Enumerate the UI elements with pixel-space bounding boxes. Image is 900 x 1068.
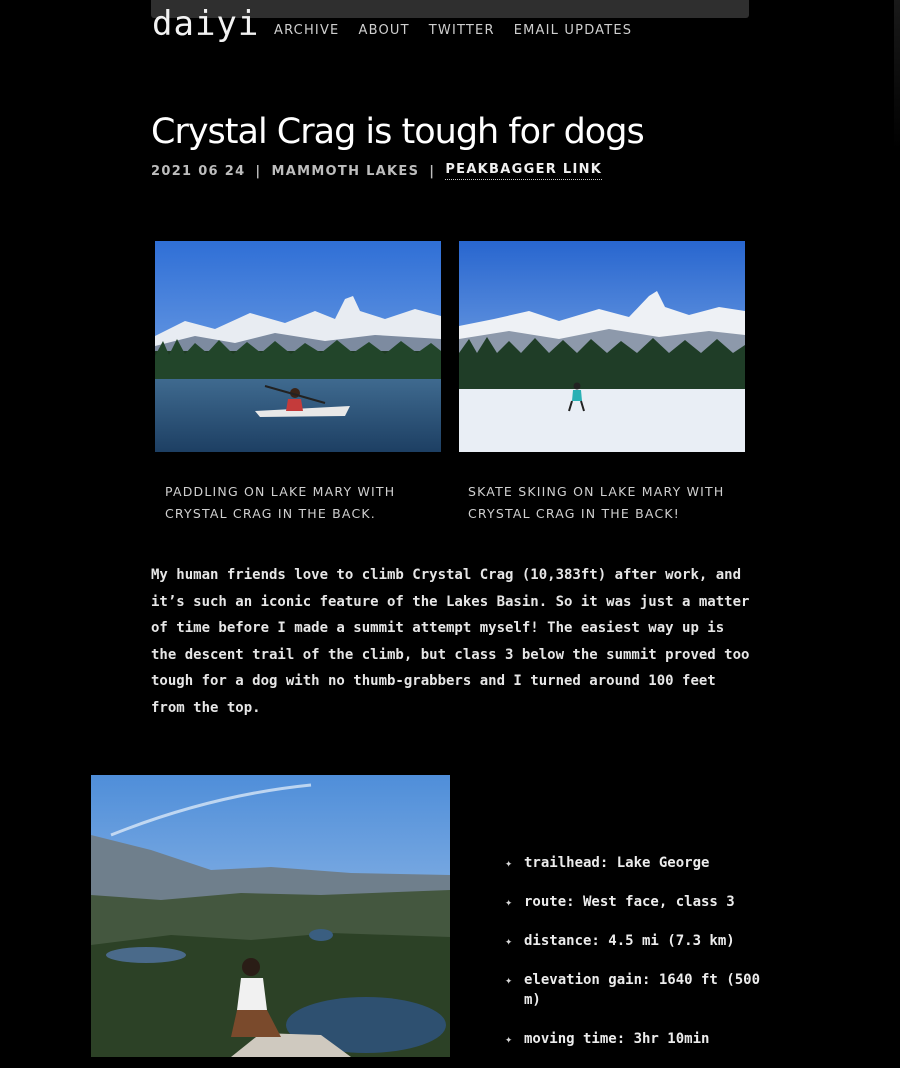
scrollbar[interactable] [894,0,900,150]
post-title: Crystal Crag is tough for dogs [151,112,645,152]
star-bullet-icon: ✦ [505,895,513,909]
summit-photo [91,775,450,1057]
meta-separator: | [429,163,436,179]
nav-about-link[interactable]: ABOUT [358,23,409,38]
stat-elevation-gain: ✦ elevation gain: 1640 ft (500 m) [505,970,765,1010]
photo-caption: SKATE SKIING ON LAKE MARY WITH CRYSTAL C… [468,484,725,521]
trip-stats-list: ✦ trailhead: Lake George ✦ route: West fac… [505,853,765,1068]
post-body: My human friends love to climb Crystal C… [151,567,750,716]
nav-twitter-link[interactable]: TWITTER [429,23,495,38]
main-nav: ARCHIVE ABOUT TWITTER EMAIL UPDATES [274,23,632,38]
post-location: MAMMOTH LAKES [271,163,420,179]
peakbagger-link[interactable]: PEAKBAGGER LINK [445,162,603,180]
photo-caption: PADDLING ON LAKE MARY WITH CRYSTAL CRAG … [165,484,396,521]
paddling-photo [155,241,441,452]
stat-moving-time: ✦ moving time: 3hr 10min [505,1029,765,1049]
star-bullet-icon: ✦ [505,856,513,870]
stat-text: route: West face, class 3 [524,894,735,910]
meta-separator: | [255,163,262,179]
stat-text: distance: 4.5 mi (7.3 km) [524,933,735,949]
star-bullet-icon: ✦ [505,1032,513,1046]
star-bullet-icon: ✦ [505,973,513,987]
stat-distance: ✦ distance: 4.5 mi (7.3 km) [505,931,765,951]
nav-email-updates-link[interactable]: EMAIL UPDATES [514,23,633,38]
stat-text: trailhead: Lake George [524,855,710,871]
stat-route: ✦ route: West face, class 3 [505,892,765,912]
star-bullet-icon: ✦ [505,934,513,948]
nav-archive-link[interactable]: ARCHIVE [274,23,339,38]
site-logo[interactable]: daiyi [152,4,259,44]
post-date: 2021 06 24 [151,163,246,179]
stat-text: elevation gain: 1640 ft (500 m) [524,972,761,1008]
stat-trailhead: ✦ trailhead: Lake George [505,853,765,873]
stat-text: moving time: 3hr 10min [524,1031,710,1047]
skate-skiing-photo [459,241,745,452]
post-meta: 2021 06 24 | MAMMOTH LAKES | PEAKBAGGER … [151,162,603,180]
